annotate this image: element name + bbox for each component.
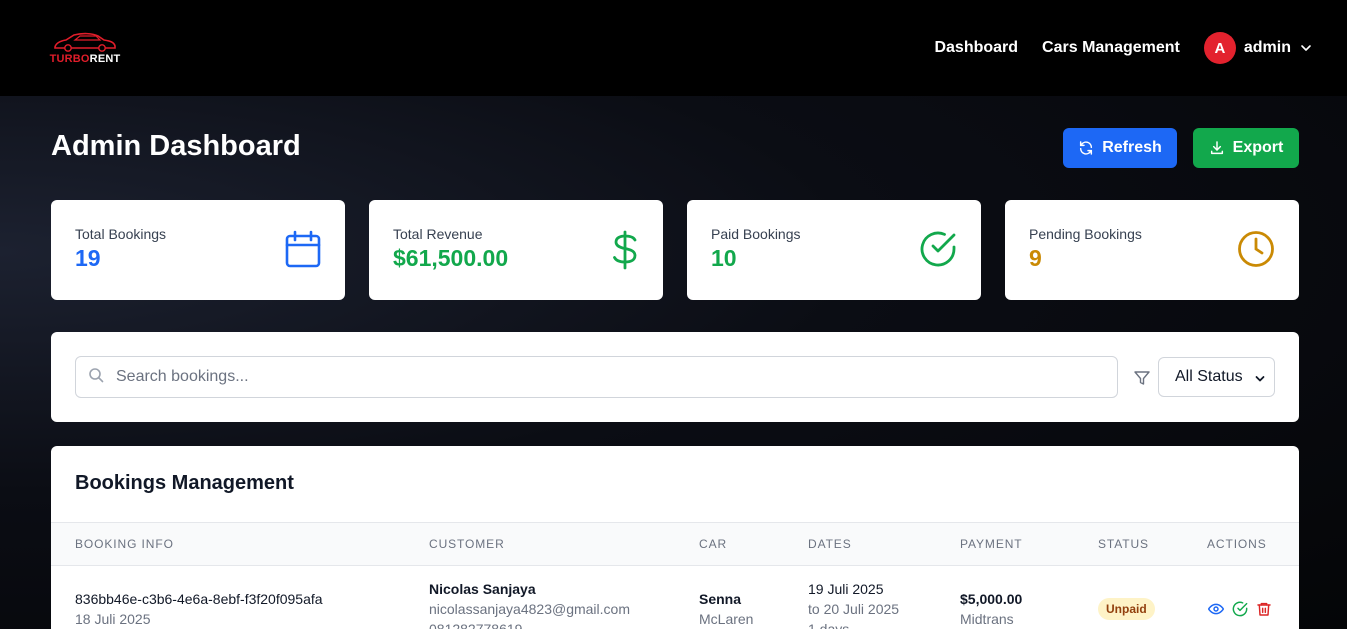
refresh-button[interactable]: Refresh: [1063, 128, 1177, 168]
customer-email: nicolassanjaya4823@gmail.com: [429, 601, 630, 617]
refresh-icon: [1080, 141, 1093, 155]
nav-link-cars-management[interactable]: Cars Management: [1042, 39, 1180, 57]
dollar-icon: [611, 230, 639, 275]
refresh-label: Refresh: [1102, 139, 1162, 156]
column-header: ACTIONS: [1207, 537, 1267, 551]
date-start: 19 Juli 2025: [808, 581, 884, 597]
eye-icon[interactable]: [1208, 601, 1224, 617]
stat-value: $61,500.00: [393, 245, 509, 271]
search-input[interactable]: [116, 368, 1076, 386]
payment-amount: $5,000.00: [960, 591, 1023, 607]
column-header: PAYMENT: [960, 537, 1023, 551]
stat-card-pending-bookings: Pending Bookings 9: [1005, 200, 1299, 300]
download-icon: [1210, 141, 1223, 155]
navbar: TURBORENT Dashboard Cars Management A ad…: [0, 0, 1347, 96]
customer-phone: 081282778619: [429, 621, 523, 629]
nav-link-dashboard[interactable]: Dashboard: [934, 39, 1018, 57]
row-actions: [1208, 601, 1280, 617]
filter-bar: All Status: [51, 332, 1299, 422]
column-header: BOOKING INFO: [75, 537, 174, 551]
car-brand: McLaren: [699, 611, 754, 627]
stat-label: Total Revenue: [393, 226, 483, 242]
search-box[interactable]: [75, 356, 1118, 398]
stat-card-paid-bookings: Paid Bookings 10: [687, 200, 981, 300]
check-circle-icon: [919, 230, 957, 273]
car-model: Senna: [699, 591, 742, 607]
column-header: CAR: [699, 537, 728, 551]
status-select[interactable]: All Status: [1158, 357, 1275, 397]
page-title: Admin Dashboard: [51, 130, 301, 162]
stat-card-total-revenue: Total Revenue $61,500.00: [369, 200, 663, 300]
table-title: Bookings Management: [75, 472, 294, 494]
status-select-value: All Status: [1175, 368, 1243, 385]
brand-name-part1: TURBO: [49, 52, 90, 65]
brand-logo[interactable]: TURBORENT: [48, 32, 122, 65]
brand-name: TURBORENT: [50, 53, 121, 65]
sports-car-icon: [54, 32, 116, 52]
filter-icon: [1133, 369, 1151, 392]
calendar-icon: [285, 230, 321, 273]
stat-card-total-bookings: Total Bookings 19: [51, 200, 345, 300]
payment-method: Midtrans: [960, 611, 1014, 627]
booking-date: 18 Juli 2025: [75, 611, 151, 627]
column-header: CUSTOMER: [429, 537, 505, 551]
customer-name: Nicolas Sanjaya: [429, 581, 536, 597]
user-name: admin: [1243, 39, 1291, 56]
column-header: DATES: [808, 537, 852, 551]
column-header: STATUS: [1098, 537, 1149, 551]
clock-icon: [1237, 230, 1275, 273]
chevron-down-icon: [1254, 372, 1266, 390]
export-label: Export: [1232, 139, 1284, 156]
brand-name-part2: RENT: [89, 52, 121, 65]
user-menu[interactable]: A admin: [1203, 32, 1313, 64]
table-header: BOOKING INFO CUSTOMER CAR DATES PAYMENT …: [51, 522, 1299, 566]
trash-icon[interactable]: [1256, 601, 1272, 617]
booking-id: 836bb46e-c3b6-4e6a-8ebf-f3f20f095afa: [75, 591, 323, 607]
search-icon: [88, 367, 104, 388]
status-badge: Unpaid: [1098, 598, 1155, 620]
check-circle-icon[interactable]: [1232, 601, 1248, 617]
avatar: A: [1203, 32, 1236, 64]
export-button[interactable]: Export: [1193, 128, 1299, 168]
duration: 1 days: [808, 621, 850, 629]
date-end: to 20 Juli 2025: [808, 601, 900, 617]
chevron-down-icon: [1299, 41, 1313, 55]
bookings-table-card: Bookings Management BOOKING INFO CUSTOME…: [51, 446, 1299, 629]
